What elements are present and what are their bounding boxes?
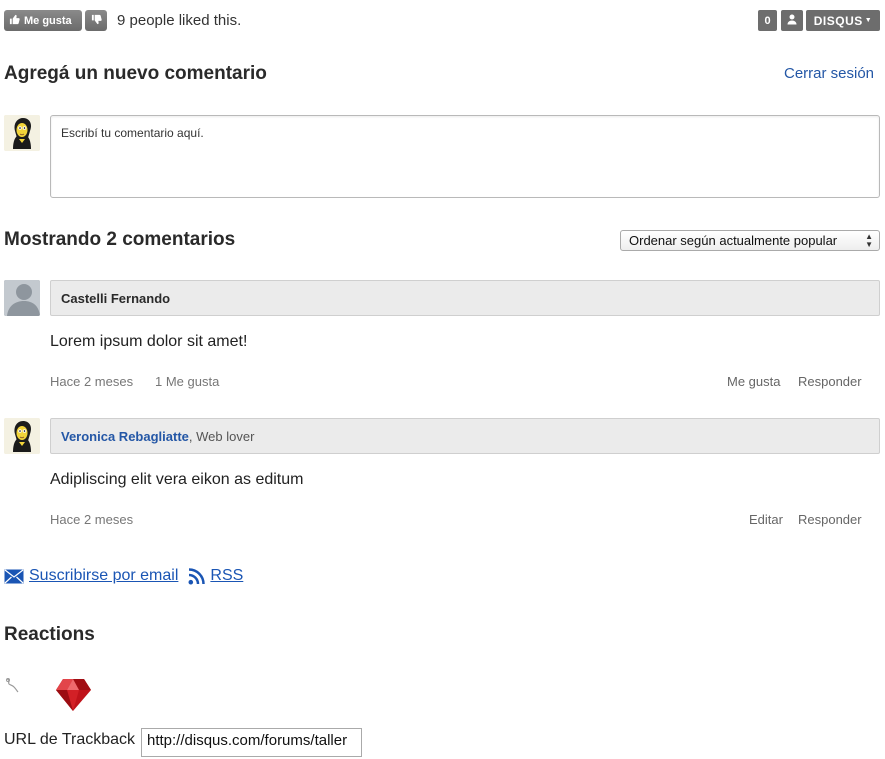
comment-avatar[interactable] <box>4 280 40 316</box>
ruby-gem-icon[interactable] <box>55 676 92 718</box>
comment-author[interactable]: Castelli Fernando <box>61 291 170 306</box>
comment-timestamp[interactable]: Hace 2 meses <box>50 512 133 527</box>
community-button[interactable] <box>781 10 803 31</box>
reaction-source-icon <box>4 676 22 699</box>
dislike-button[interactable] <box>85 10 107 31</box>
subscribe-row: Suscribirse por email RSS <box>4 567 243 585</box>
thumbs-up-icon <box>9 14 20 28</box>
comment-input[interactable] <box>50 115 880 198</box>
comment-body: Adipliscing elit vera eikon as editum <box>50 471 304 488</box>
comment-author-tagline: , Web lover <box>188 428 255 444</box>
rss-icon[interactable] <box>188 567 206 585</box>
trackback-label: URL de Trackback <box>4 731 136 748</box>
comment-edit-button[interactable]: Editar <box>749 512 783 527</box>
caret-down-icon: ▼ <box>864 17 873 24</box>
comment-header: Veronica Rebagliatte , Web lover <box>50 418 880 454</box>
envelope-icon[interactable] <box>4 569 24 584</box>
reactions-heading: Reactions <box>4 624 95 645</box>
comment-timestamp[interactable]: Hace 2 meses <box>50 374 133 389</box>
logout-link[interactable]: Cerrar sesión <box>784 65 874 82</box>
trackback-url-field[interactable]: http://disqus.com/forums/taller <box>141 728 362 757</box>
rss-link[interactable]: RSS <box>210 567 243 585</box>
select-arrows-icon: ▲ ▼ <box>865 231 873 249</box>
disqus-menu-button[interactable]: DISQUS ▼ <box>806 10 880 31</box>
comment-like-button[interactable]: Me gusta <box>727 374 780 389</box>
comment-avatar[interactable] <box>4 418 40 454</box>
sort-select[interactable]: Ordenar según actualmente popular ▲ ▼ <box>620 230 880 251</box>
comment-reply-button[interactable]: Responder <box>798 374 862 389</box>
thumbs-down-icon <box>91 14 102 28</box>
liked-count-text: 9 people liked this. <box>117 12 242 29</box>
comment-like-count: 1 Me gusta <box>155 374 220 389</box>
add-comment-heading: Agregá un nuevo comentario <box>4 63 267 84</box>
current-user-avatar <box>4 115 40 151</box>
like-button-label: Me gusta <box>24 14 72 27</box>
comment-author[interactable]: Veronica Rebagliatte <box>61 429 189 444</box>
sort-select-value: Ordenar según actualmente popular <box>629 233 838 248</box>
comment-count-badge[interactable]: 0 <box>758 10 777 31</box>
subscribe-email-link[interactable]: Suscribirse por email <box>29 567 178 585</box>
like-button[interactable]: Me gusta <box>4 10 82 31</box>
comment-header: Castelli Fernando <box>50 280 880 316</box>
comments-count-heading: Mostrando 2 comentarios <box>4 229 236 250</box>
comment-reply-button[interactable]: Responder <box>798 512 862 527</box>
comment-body: Lorem ipsum dolor sit amet! <box>50 333 248 350</box>
people-icon <box>786 14 798 28</box>
disqus-logo: DISQUS <box>813 13 863 28</box>
